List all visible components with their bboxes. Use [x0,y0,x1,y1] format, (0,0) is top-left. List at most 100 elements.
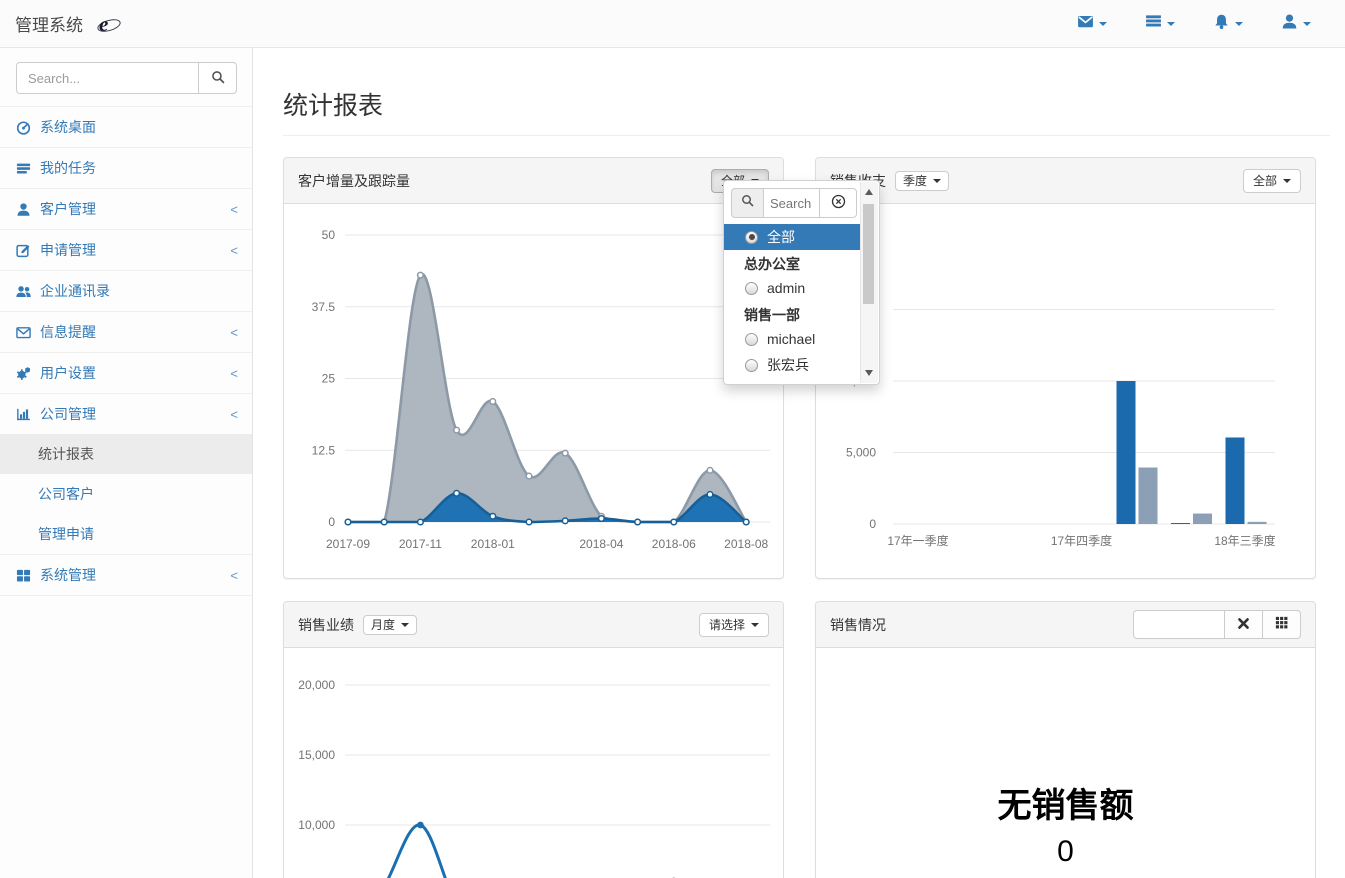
grid-icon [1275,616,1289,633]
radio-icon [745,333,758,346]
dropdown-search-input[interactable] [764,188,820,218]
chevron-down-icon [1283,179,1291,183]
chevron-left-icon: < [230,202,238,217]
svg-text:20,000: 20,000 [298,678,335,692]
svg-text:17年四季度: 17年四季度 [1051,533,1112,548]
chevron-down-icon [933,179,941,183]
sidebar-item-edit[interactable]: 申请管理< [0,229,252,270]
scrollbar-thumb[interactable] [863,204,874,304]
user-icon [1281,13,1298,35]
no-sales-message: 无销售额 0 [816,648,1315,869]
dropdown-scrollbar[interactable] [860,182,878,383]
th-large-icon [16,568,31,583]
sidebar-subitem[interactable]: 管理申请 [0,514,252,554]
clear-button[interactable] [1224,610,1263,639]
sidebar-subitem[interactable]: 统计报表 [0,434,252,474]
svg-text:37.5: 37.5 [312,300,336,314]
notifications-menu[interactable] [1213,13,1243,35]
chevron-left-icon: < [230,325,238,340]
svg-text:2018-06: 2018-06 [652,537,696,551]
dropdown-option[interactable]: admin [724,275,861,301]
radio-icon [745,231,758,244]
dropdown-option[interactable]: 全部 [724,224,861,250]
search-button[interactable] [198,62,237,94]
svg-text:25: 25 [322,372,336,386]
sidebar-submenu: 统计报表公司客户管理申请 [0,434,252,554]
sidebar-item-mail-o[interactable]: 信息提醒 < [0,311,252,352]
dropdown-option-label: admin [767,280,805,296]
sidebar-item-user[interactable]: 客户管理 < [0,188,252,229]
sales-search-group [1133,610,1301,639]
sidebar-item-label: 客户管理 [40,199,96,219]
sidebar-item-label: 申请管理 [40,240,96,260]
chevron-left-icon: < [230,407,238,422]
chevron-down-icon [1099,22,1107,26]
svg-text:2018-08: 2018-08 [724,537,768,551]
sidebar-subitem[interactable]: 公司客户 [0,474,252,514]
tasks-icon [16,161,31,176]
chevron-down-icon [401,623,409,627]
main-content: 统计报表 客户增量及跟踪量 全部 012.52537.5502017-09201… [253,48,1345,878]
tasks-menu[interactable] [1145,13,1175,35]
sales-filter-button[interactable]: 全部 [1243,169,1301,193]
app-title: 管理系统 [15,11,83,36]
ie-browser-icon: e [99,12,123,36]
no-sales-title: 无销售额 [816,778,1315,827]
sidebar-item-tasks[interactable]: 我的任务 [0,147,252,188]
chevron-down-icon [1303,22,1311,26]
scroll-up-arrow[interactable] [865,189,873,195]
cogs-icon [16,366,31,381]
svg-text:2018-04: 2018-04 [579,537,623,551]
mail-o-icon [16,325,31,340]
user-icon [16,202,31,217]
search-input[interactable] [16,62,198,94]
panel-heading: 销售情况 [816,602,1315,648]
users-icon [16,284,31,299]
dropdown-option[interactable]: 张宏兵 [724,352,861,378]
performance-line-chart: 05,00010,00015,00020,000 [284,648,783,878]
panel-customer-growth: 客户增量及跟踪量 全部 012.52537.5502017-092017-112… [283,157,784,579]
period-select-button[interactable]: 季度 [895,171,949,191]
sidebar-item-users[interactable]: 企业通讯录 [0,270,252,311]
top-navbar: 管理系统 e [0,0,1345,48]
svg-text:18年三季度: 18年三季度 [1214,533,1275,548]
dashboard-icon [16,120,31,135]
sidebar-item-label: 用户设置 [40,363,96,383]
dropdown-search [731,188,857,218]
chevron-left-icon: < [230,366,238,381]
messages-menu[interactable] [1077,13,1107,35]
no-sales-value: 0 [816,835,1315,869]
user-menu[interactable] [1281,13,1311,35]
sidebar-item-cogs[interactable]: 用户设置 < [0,352,252,393]
navbar-menu [1077,13,1311,35]
page-title: 统计报表 [283,86,1330,136]
sidebar-item-th-large[interactable]: 系统管理< [0,554,252,595]
svg-text:17年一季度: 17年一季度 [887,533,948,548]
svg-text:2017-09: 2017-09 [326,537,370,551]
sidebar-item-label: 信息提醒 [40,322,96,342]
dropdown-group-label: 销售一部 [724,301,861,326]
panel-title: 客户增量及跟踪量 [298,171,410,191]
sales-search-input[interactable] [1133,610,1225,639]
month-select-button[interactable]: 月度 [363,615,417,635]
panel-heading: 销售收支 季度 全部 [816,158,1315,204]
sidebar-item-bar-chart[interactable]: 公司管理< [0,393,252,434]
mail-icon [1077,13,1094,35]
chevron-down-icon [1167,22,1175,26]
customer-area-chart: 012.52537.5502017-092017-112018-012018-0… [284,204,783,579]
sidebar-item-label: 我的任务 [40,158,96,178]
dropdown-option[interactable]: michael [724,326,861,352]
sidebar-item-dashboard[interactable]: 系统桌面 [0,106,252,147]
grid-view-button[interactable] [1262,610,1301,639]
svg-text:50: 50 [322,228,336,242]
choose-filter-button[interactable]: 请选择 [699,613,769,637]
svg-text:15,000: 15,000 [298,748,335,762]
bell-icon [1213,13,1230,35]
scroll-down-arrow[interactable] [865,370,873,376]
filter-dropdown: 全部总办公室admin销售一部michael张宏兵 [723,180,880,385]
sidebar-search [16,62,237,94]
chevron-down-icon [1235,22,1243,26]
dropdown-clear-button[interactable] [819,188,857,218]
search-icon [211,70,225,87]
sidebar-item-label: 系统管理 [40,565,96,585]
